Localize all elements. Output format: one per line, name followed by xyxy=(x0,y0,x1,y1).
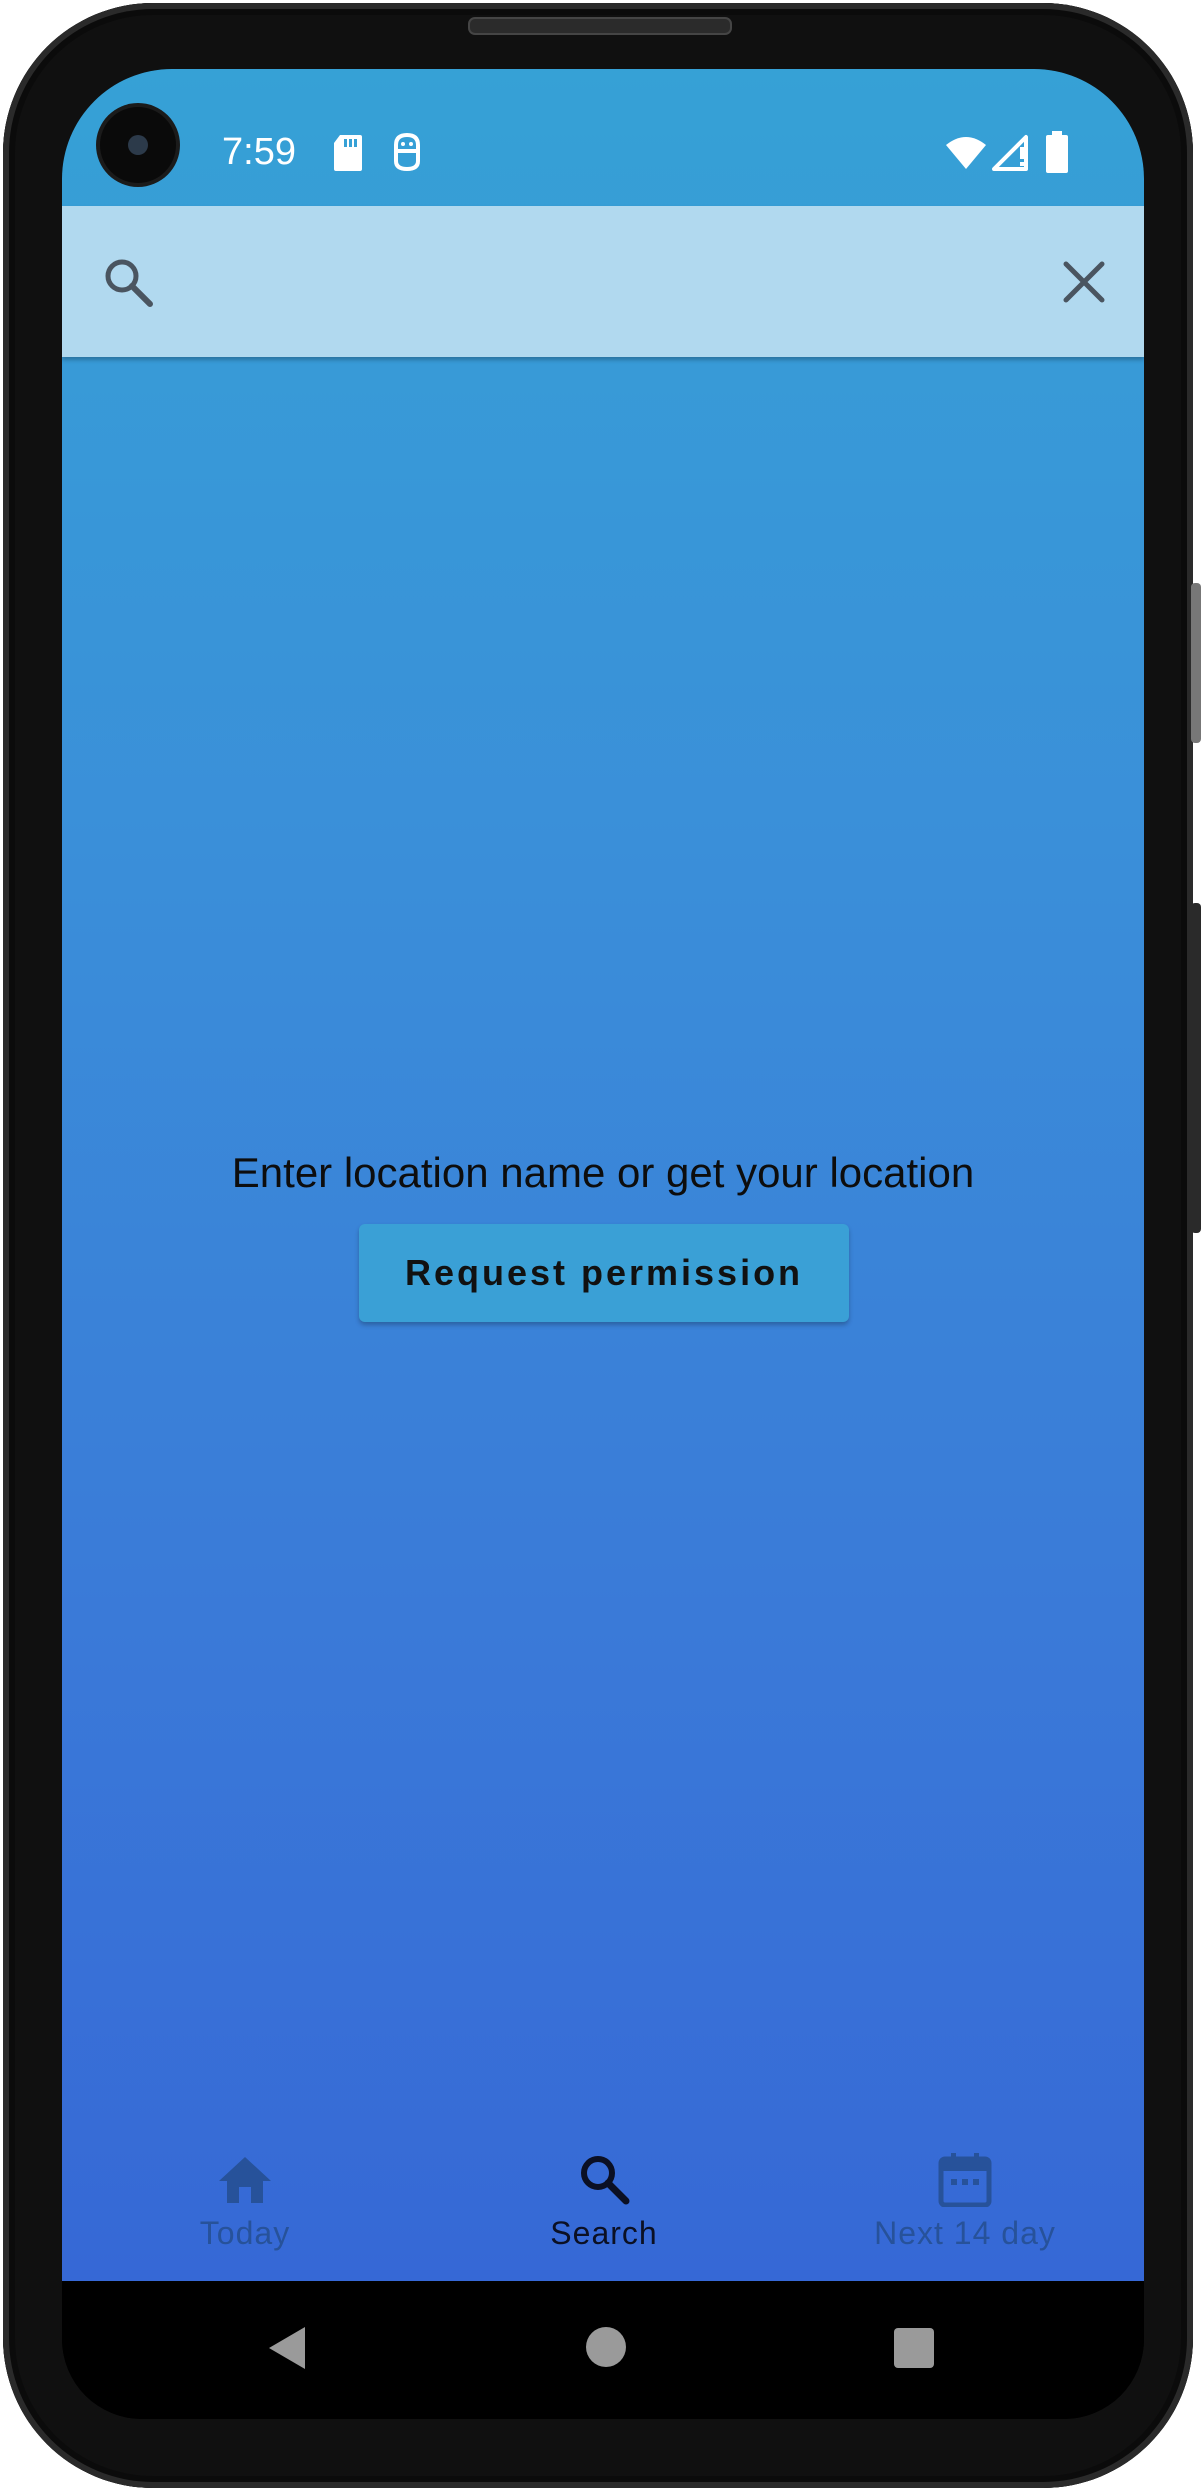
power-button xyxy=(1191,903,1201,1233)
sd-card-icon xyxy=(334,135,362,171)
back-icon[interactable] xyxy=(267,2325,307,2371)
recents-icon[interactable] xyxy=(894,2328,934,2368)
nav-item-search[interactable]: Search xyxy=(474,2129,734,2281)
nav-label-today: Today xyxy=(199,2215,291,2251)
close-icon[interactable] xyxy=(1058,256,1110,308)
search-icon[interactable] xyxy=(100,254,156,310)
volume-button xyxy=(1191,583,1201,743)
request-permission-button[interactable]: Request permission xyxy=(359,1224,849,1322)
nav-item-today[interactable]: Today xyxy=(115,2129,375,2281)
debug-icon xyxy=(394,132,420,172)
phone-frame: 7:59 Enter location name or get your loc… xyxy=(3,3,1201,2488)
bottom-navigation: Today Search Next 14 day xyxy=(62,2129,1144,2281)
search-icon xyxy=(581,2156,630,2205)
nav-label-next-14-day: Next 14 day xyxy=(874,2215,1056,2251)
home-icon xyxy=(219,2157,271,2203)
status-time: 7:59 xyxy=(222,131,296,173)
system-navigation-bar xyxy=(62,2281,1144,2419)
app-background: 7:59 Enter location name or get your loc… xyxy=(62,69,1144,2281)
home-circle-icon[interactable] xyxy=(586,2327,626,2367)
status-bar: 7:59 xyxy=(62,69,1144,206)
nav-label-search: Search xyxy=(550,2215,658,2251)
search-bar xyxy=(62,206,1144,357)
search-input[interactable] xyxy=(182,236,1016,328)
wifi-icon xyxy=(946,137,986,169)
front-camera xyxy=(100,107,176,183)
nav-item-next-14-day[interactable]: Next 14 day xyxy=(835,2129,1095,2281)
location-prompt: Enter location name or get your location xyxy=(231,1149,975,1196)
screen: 7:59 Enter location name or get your loc… xyxy=(62,69,1144,2419)
battery-icon xyxy=(1046,131,1068,173)
earpiece-speaker xyxy=(468,17,732,35)
signal-icon xyxy=(992,135,1028,171)
calendar-icon xyxy=(938,2153,992,2207)
